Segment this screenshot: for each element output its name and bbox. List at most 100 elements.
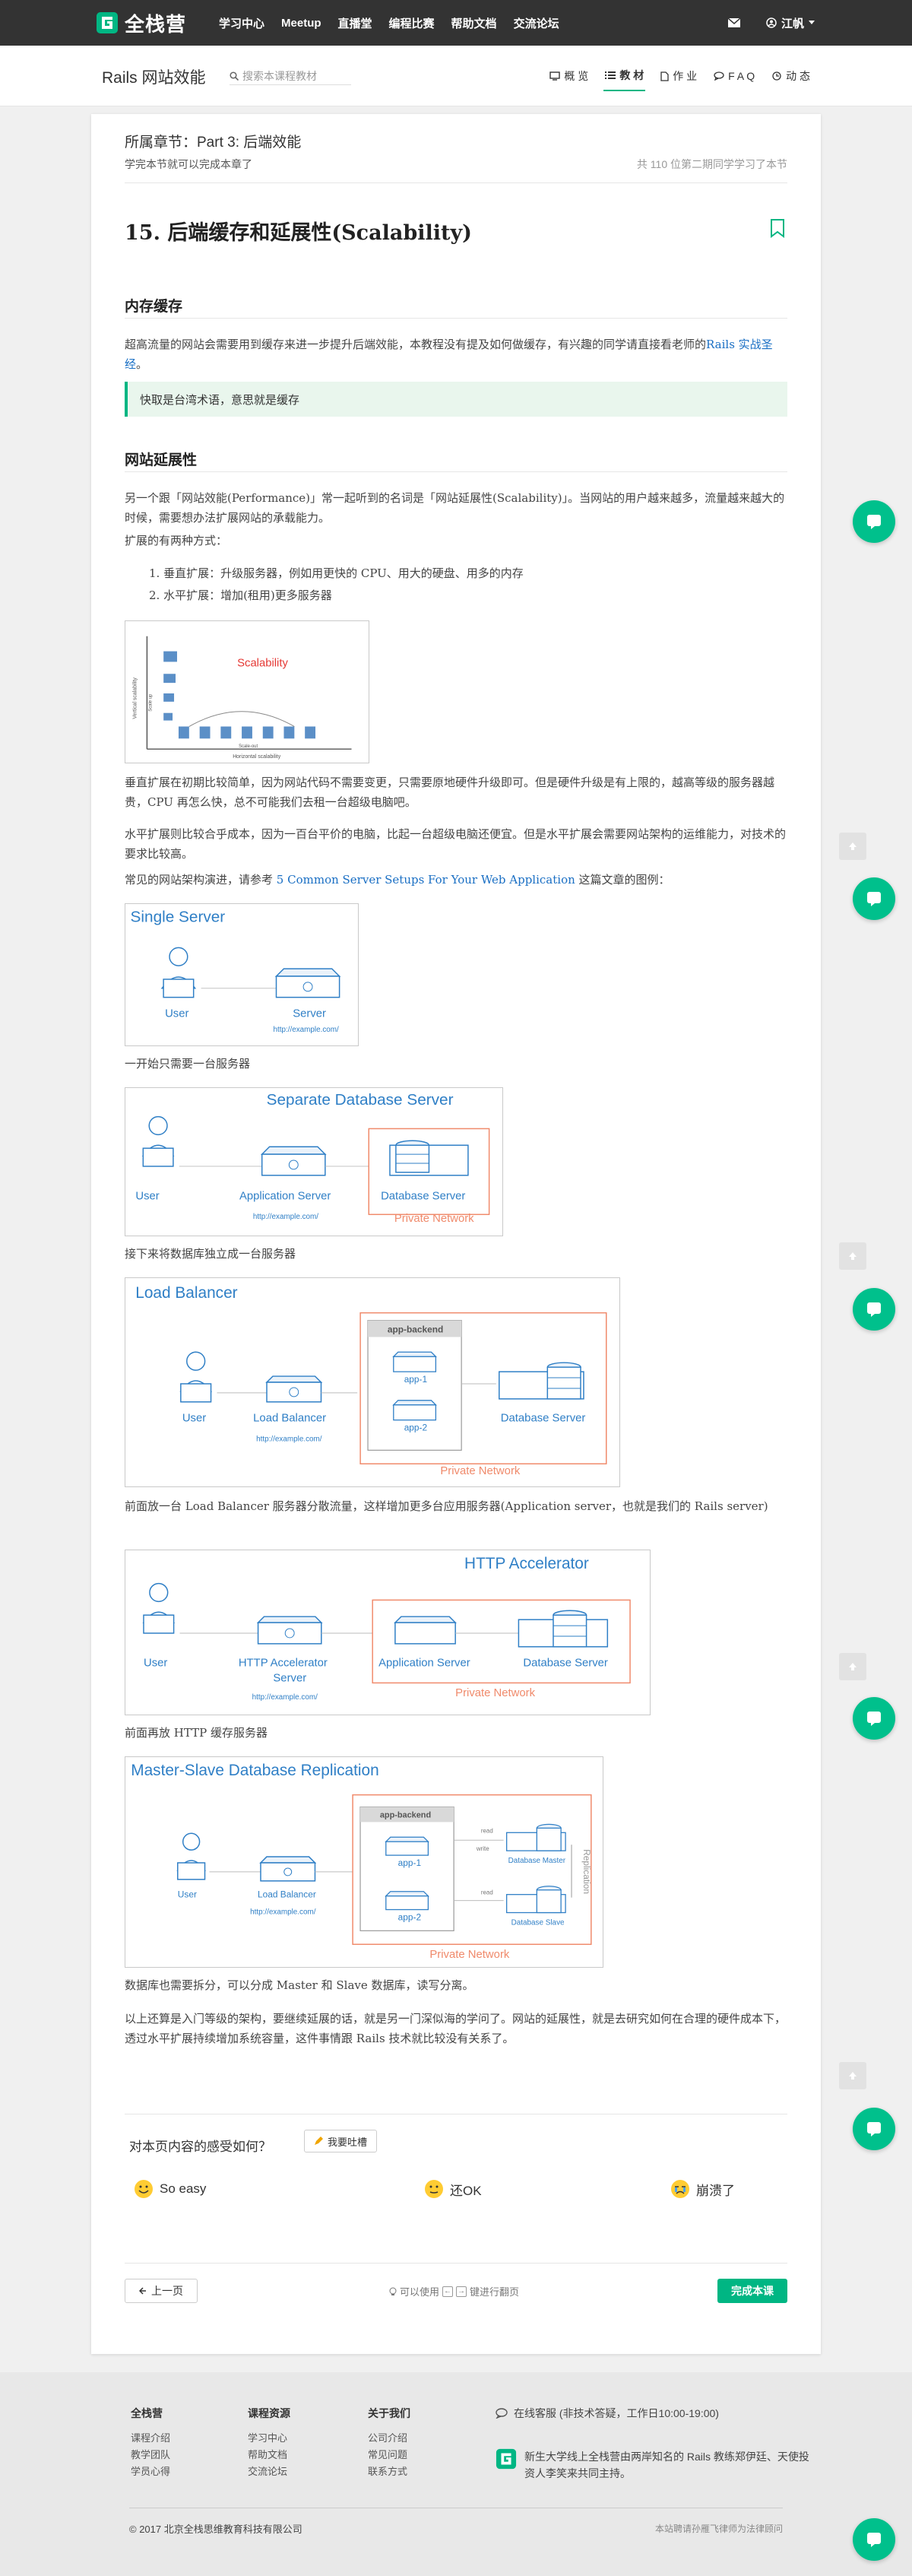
tab-overview[interactable]: 概 览 (548, 61, 590, 91)
footer-link[interactable]: 学员心得 (131, 2463, 170, 2480)
server-icon (163, 674, 176, 684)
footer-link[interactable]: 联系方式 (368, 2463, 410, 2480)
tab-homework[interactable]: 作 业 (659, 61, 698, 91)
footer-column-resources: 课程资源 学习中心 帮助文档 交流论坛 (248, 2406, 290, 2480)
label-url: http://example.com/ (274, 1026, 339, 1034)
complete-lesson-button[interactable]: 完成本课 (717, 2279, 787, 2303)
key-left: ← (442, 2286, 454, 2297)
scroll-top-button[interactable] (839, 1653, 866, 1680)
arrow-up-icon (849, 2072, 857, 2080)
scalability-paragraph-4: 水平扩展则比较合乎成本，因为一百台平价的电脑，比起一台超级电脑还便宜。但是水平扩… (125, 827, 787, 861)
figure-title: Master-Slave Database Replication (131, 1762, 378, 1779)
nav-forum[interactable]: 交流论坛 (514, 15, 559, 31)
label-write: write (476, 1845, 489, 1852)
reaction-ok[interactable]: 还OK (424, 2179, 482, 2199)
label-user: User (182, 1413, 206, 1425)
figure-title: Single Server (131, 909, 226, 926)
server-setups-link[interactable]: 5 Common Server Setups For Your Web Appl… (277, 873, 575, 887)
floating-chat-button[interactable] (853, 1697, 895, 1740)
tab-activity[interactable]: 动 态 (770, 61, 812, 91)
label-http-accelerator: HTTP Accelerator (239, 1658, 328, 1670)
scalability-paragraph-2: 扩展的有两种方式： (125, 534, 228, 547)
pager-hint-text: 可以使用 (400, 2286, 440, 2298)
figure-title: Scalability (237, 657, 288, 669)
scalability-paragraph-6: 以上还算是入门等级的架构，要继续延展的话，就是另一门深似海的学问了。网站的延展性… (125, 2012, 787, 2045)
nav-learning-center[interactable]: 学习中心 (219, 15, 264, 31)
single-server-diagram: Single Server User Server http://example… (125, 903, 359, 1046)
label-app-2: app-2 (404, 1423, 428, 1433)
paragraph-text-end: 。 (136, 357, 148, 371)
label-app-1: app-1 (398, 1857, 422, 1868)
floating-chat-button[interactable] (853, 2518, 895, 2561)
reaction-crash[interactable]: 崩溃了 (670, 2179, 735, 2199)
course-title[interactable]: Rails 网站效能 (102, 65, 206, 88)
feedback-button-label: 我要吐槽 (328, 2136, 368, 2148)
footer-link[interactable]: 课程介绍 (131, 2430, 170, 2447)
footer: 全栈营 课程介绍 教学团队 学员心得 课程资源 学习中心 帮助文档 交流论坛 关… (0, 2372, 912, 2576)
list-item: 1. 垂直扩展：升级服务器，例如用更快的 CPU、用大的硬盘、用多的内存 (149, 566, 524, 580)
reaction-label: So easy (160, 2181, 207, 2196)
lightbulb-icon (389, 2287, 397, 2295)
user-menu[interactable]: 江帆 (766, 15, 815, 31)
database-slave-icon (505, 1886, 566, 1914)
floating-chat-button[interactable] (853, 877, 895, 920)
tab-materials[interactable]: 教 材 (603, 61, 646, 91)
reaction-label: 还OK (450, 2183, 482, 2198)
paragraph-text-end: 这篇文章的图例： (578, 873, 670, 887)
list-item: 2. 水平扩展：增加(租用)更多服务器 (149, 588, 332, 602)
reaction-so-easy[interactable]: So easy (134, 2179, 206, 2199)
label-read: read (481, 1889, 493, 1896)
caret-down-icon (809, 21, 815, 24)
top-navbar: 全栈营 学习中心 Meetup 直播堂 编程比赛 帮助文档 交流论坛 江帆 (0, 0, 912, 46)
footer-link[interactable]: 教学团队 (131, 2447, 170, 2463)
nav-contest[interactable]: 编程比赛 (389, 15, 435, 31)
floating-chat-button[interactable] (853, 1288, 895, 1331)
label-private-network: Private Network (440, 1465, 521, 1477)
floating-chat-button[interactable] (853, 2108, 895, 2150)
label-load-balancer: Load Balancer (258, 1889, 316, 1900)
caption-1: 一开始只需要一台服务器 (125, 1057, 251, 1071)
reaction-label: 崩溃了 (696, 2183, 735, 2198)
activity-icon (772, 71, 781, 81)
footer-link[interactable]: 常见问题 (368, 2447, 410, 2463)
tab-activity-label: 动 态 (786, 70, 810, 82)
paragraph-text: 常见的网站架构演进，请参考 (125, 873, 274, 887)
nav-meetup[interactable]: Meetup (281, 17, 321, 30)
floating-chat-button[interactable] (853, 500, 895, 543)
pager-hint-text-end: 键进行翻页 (470, 2286, 520, 2298)
chapter-label[interactable]: 所属章节：Part 3: 后端效能 (125, 131, 301, 151)
footer-link[interactable]: 学习中心 (248, 2430, 290, 2447)
online-service[interactable]: 在线客服 (非技术答疑，工作日10:00-19:00) (496, 2406, 719, 2421)
label-app-backend: app-backend (388, 1324, 443, 1334)
prev-page-button[interactable]: 上一页 (125, 2279, 198, 2303)
label-url: http://example.com/ (252, 1693, 318, 1702)
nav-help-docs[interactable]: 帮助文档 (451, 15, 497, 31)
bookmark-icon[interactable] (770, 218, 785, 238)
smile-emoji-icon (135, 2180, 153, 2198)
caption-4: 前面再放 HTTP 缓存服务器 (125, 1726, 268, 1740)
server-icon (265, 1375, 323, 1403)
label-app-1: app-1 (404, 1374, 428, 1385)
tab-faq[interactable]: F A Q (712, 61, 756, 91)
server-row (178, 726, 316, 739)
brand-logo[interactable]: 全栈营 (96, 9, 186, 36)
feedback-button[interactable]: 我要吐槽 (304, 2130, 378, 2152)
footer-link[interactable]: 公司介绍 (368, 2430, 410, 2447)
mail-icon[interactable] (727, 18, 740, 27)
label-private-network: Private Network (429, 1949, 510, 1961)
user-icon (160, 947, 197, 998)
footer-about-text: 新生大学线上全栈营由两岸知名的 Rails 教练郑伊廷、天使投资人李笑来共同主持… (524, 2451, 809, 2479)
course-search[interactable]: 搜索本课程教材 (230, 67, 351, 85)
scalability-paragraph-1: 另一个跟「网站效能(Performance)」常一起听到的名词是「网站延展性(S… (125, 491, 785, 525)
search-input[interactable]: 搜索本课程教材 (242, 68, 317, 84)
server-icon (385, 1836, 429, 1856)
scroll-top-button[interactable] (839, 833, 866, 860)
scroll-top-button[interactable] (839, 1242, 866, 1270)
footer-link[interactable]: 交流论坛 (248, 2463, 290, 2480)
scroll-top-button[interactable] (839, 2062, 866, 2089)
scaling-methods-list: 1. 垂直扩展：升级服务器，例如用更快的 CPU、用大的硬盘、用多的内存 2. … (149, 563, 524, 607)
footer-link[interactable]: 帮助文档 (248, 2447, 290, 2463)
nav-live[interactable]: 直播堂 (338, 15, 372, 31)
label-user: User (165, 1007, 188, 1020)
label-user: User (144, 1658, 167, 1670)
